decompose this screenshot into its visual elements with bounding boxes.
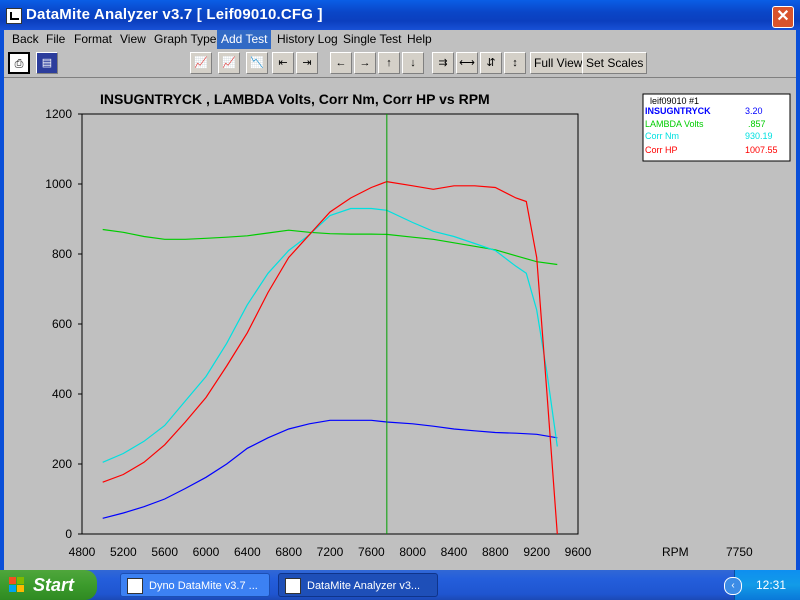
set-scales-button[interactable]: Set Scales (582, 52, 648, 74)
menu-history-log[interactable]: History Log (277, 32, 338, 46)
x-tick-label: 8000 (399, 545, 426, 559)
menu-view[interactable]: View (120, 32, 146, 46)
x-tick-label: 9600 (565, 545, 592, 559)
legend-header: leif09010 #1 (650, 96, 699, 106)
start-button[interactable]: Start (0, 570, 97, 600)
window-title: DataMite Analyzer v3.7 [ Leif09010.CFG ] (26, 6, 323, 23)
app-icon (6, 8, 22, 24)
chart-canvas[interactable]: INSUGNTRYCK , LAMBDA Volts, Corr Nm, Cor… (4, 78, 796, 571)
x-tick-label: 6400 (234, 545, 261, 559)
task-dyno-datamite[interactable]: Dyno DataMite v3.7 ... (120, 573, 270, 597)
x-tick-label: 4800 (69, 545, 96, 559)
x-tick-label: 7600 (358, 545, 385, 559)
x-tick-label: 9200 (523, 545, 550, 559)
chart-title: INSUGNTRYCK , LAMBDA Volts, Corr Nm, Cor… (100, 91, 490, 107)
expand-horizontal-icon[interactable]: ⟷ (456, 52, 478, 74)
graph-type-3-icon[interactable]: 📉 (246, 52, 268, 74)
windows-logo-icon (9, 577, 24, 592)
toolbar: ⎙ ▤ 📈 📈 📉 ⇤ ⇥ ← → ↑ ↓ ⇉ ⟷ ⇵ ↕ Full View … (4, 50, 796, 76)
print-icon[interactable]: ⎙ (8, 52, 30, 74)
y-tick-label: 400 (52, 387, 72, 401)
y-tick-label: 600 (52, 317, 72, 331)
legend-value-lambda: .857 (748, 119, 766, 129)
task-datamite-analyzer[interactable]: DataMite Analyzer v3... (278, 573, 438, 597)
legend-box: leif09010 #1 INSUGNTRYCK 3.20 LAMBDA Vol… (642, 93, 791, 162)
y-tick-label: 200 (52, 457, 72, 471)
cursor-value: 7750 (726, 545, 753, 559)
legend-name-corr-nm: Corr Nm (645, 131, 679, 141)
x-tick-label: 6000 (193, 545, 220, 559)
menu-add-test[interactable]: Add Test (217, 30, 272, 49)
clock: 12:31 (755, 578, 786, 592)
title-bar: DataMite Analyzer v3.7 [ Leif09010.CFG ]… (0, 0, 800, 30)
chart-axes (78, 113, 579, 535)
legend-name-lambda: LAMBDA Volts (645, 119, 704, 129)
cursor-left-end-icon[interactable]: ⇤ (272, 52, 294, 74)
legend-value-corr-hp: 1007.55 (745, 145, 778, 155)
close-button[interactable]: ✕ (772, 6, 794, 28)
x-tick-label: 7200 (317, 545, 344, 559)
legend-name-insugntryck: INSUGNTRYCK (645, 106, 711, 116)
compress-vertical-icon[interactable]: ⇵ (480, 52, 502, 74)
y-tick-label: 800 (52, 247, 72, 261)
expand-vertical-icon[interactable]: ↕ (504, 52, 526, 74)
arrow-left-icon[interactable]: ← (330, 52, 352, 74)
x-tick-label: 6800 (275, 545, 302, 559)
y-tick-label: 1200 (45, 107, 72, 121)
x-tick-label: 8800 (482, 545, 509, 559)
graph-type-1-icon[interactable]: 📈 (190, 52, 212, 74)
x-tick-label: 8400 (441, 545, 468, 559)
tray-expand-icon[interactable]: ‹ (724, 577, 742, 595)
compress-horizontal-icon[interactable]: ⇉ (432, 52, 454, 74)
legend-name-corr-hp: Corr HP (645, 145, 678, 155)
chart-app-icon (127, 578, 143, 594)
arrow-down-icon[interactable]: ↓ (402, 52, 424, 74)
menu-bar: Back File Format View Graph Type Add Tes… (4, 30, 796, 49)
taskbar: Start Dyno DataMite v3.7 ... DataMite An… (0, 570, 800, 600)
y-tick-label: 1000 (45, 177, 72, 191)
plot-area (81, 113, 579, 535)
menu-back[interactable]: Back (12, 32, 39, 46)
full-view-button[interactable]: Full View (530, 52, 587, 74)
cursor-right-end-icon[interactable]: ⇥ (296, 52, 318, 74)
legend-value-corr-nm: 930.19 (745, 131, 773, 141)
chart-window: INSUGNTRYCK , LAMBDA Volts, Corr Nm, Cor… (4, 77, 796, 571)
menu-single-test[interactable]: Single Test (343, 32, 401, 46)
window-app-icon (285, 578, 301, 594)
config-icon[interactable]: ▤ (36, 52, 58, 74)
legend-value-insugntryck: 3.20 (745, 106, 763, 116)
arrow-up-icon[interactable]: ↑ (378, 52, 400, 74)
menu-format[interactable]: Format (74, 32, 112, 46)
system-tray: ‹ 12:31 (724, 570, 800, 600)
y-tick-label: 0 (65, 527, 72, 541)
menu-help[interactable]: Help (407, 32, 432, 46)
x-tick-label: 5200 (110, 545, 137, 559)
menu-graph-type[interactable]: Graph Type (154, 32, 216, 46)
x-tick-label: 5600 (151, 545, 178, 559)
cursor-label: RPM (662, 545, 689, 559)
menu-file[interactable]: File (46, 32, 65, 46)
arrow-right-icon[interactable]: → (354, 52, 376, 74)
graph-type-2-icon[interactable]: 📈 (218, 52, 240, 74)
